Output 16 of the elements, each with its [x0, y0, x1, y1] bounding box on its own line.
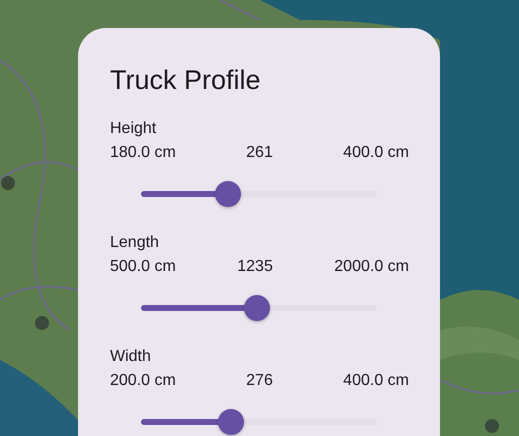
max-value: 400.0 cm [343, 144, 409, 162]
slider-thumb[interactable] [244, 295, 270, 321]
min-value: 200.0 cm [110, 372, 176, 390]
slider-label: Width [110, 347, 151, 367]
current-value: 1235 [237, 258, 273, 276]
slider-label: Length [110, 233, 159, 253]
current-value: 276 [246, 372, 273, 390]
max-value: 2000.0 cm [334, 258, 409, 276]
min-value: 500.0 cm [110, 258, 176, 276]
current-value: 261 [246, 144, 273, 162]
slider-label: Height [110, 119, 156, 139]
slider-thumb[interactable] [218, 409, 244, 435]
max-value: 400.0 cm [343, 372, 409, 390]
card-title: Truck Profile [110, 64, 262, 97]
slider-thumb[interactable] [214, 181, 241, 207]
min-value: 180.0 cm [110, 144, 176, 162]
